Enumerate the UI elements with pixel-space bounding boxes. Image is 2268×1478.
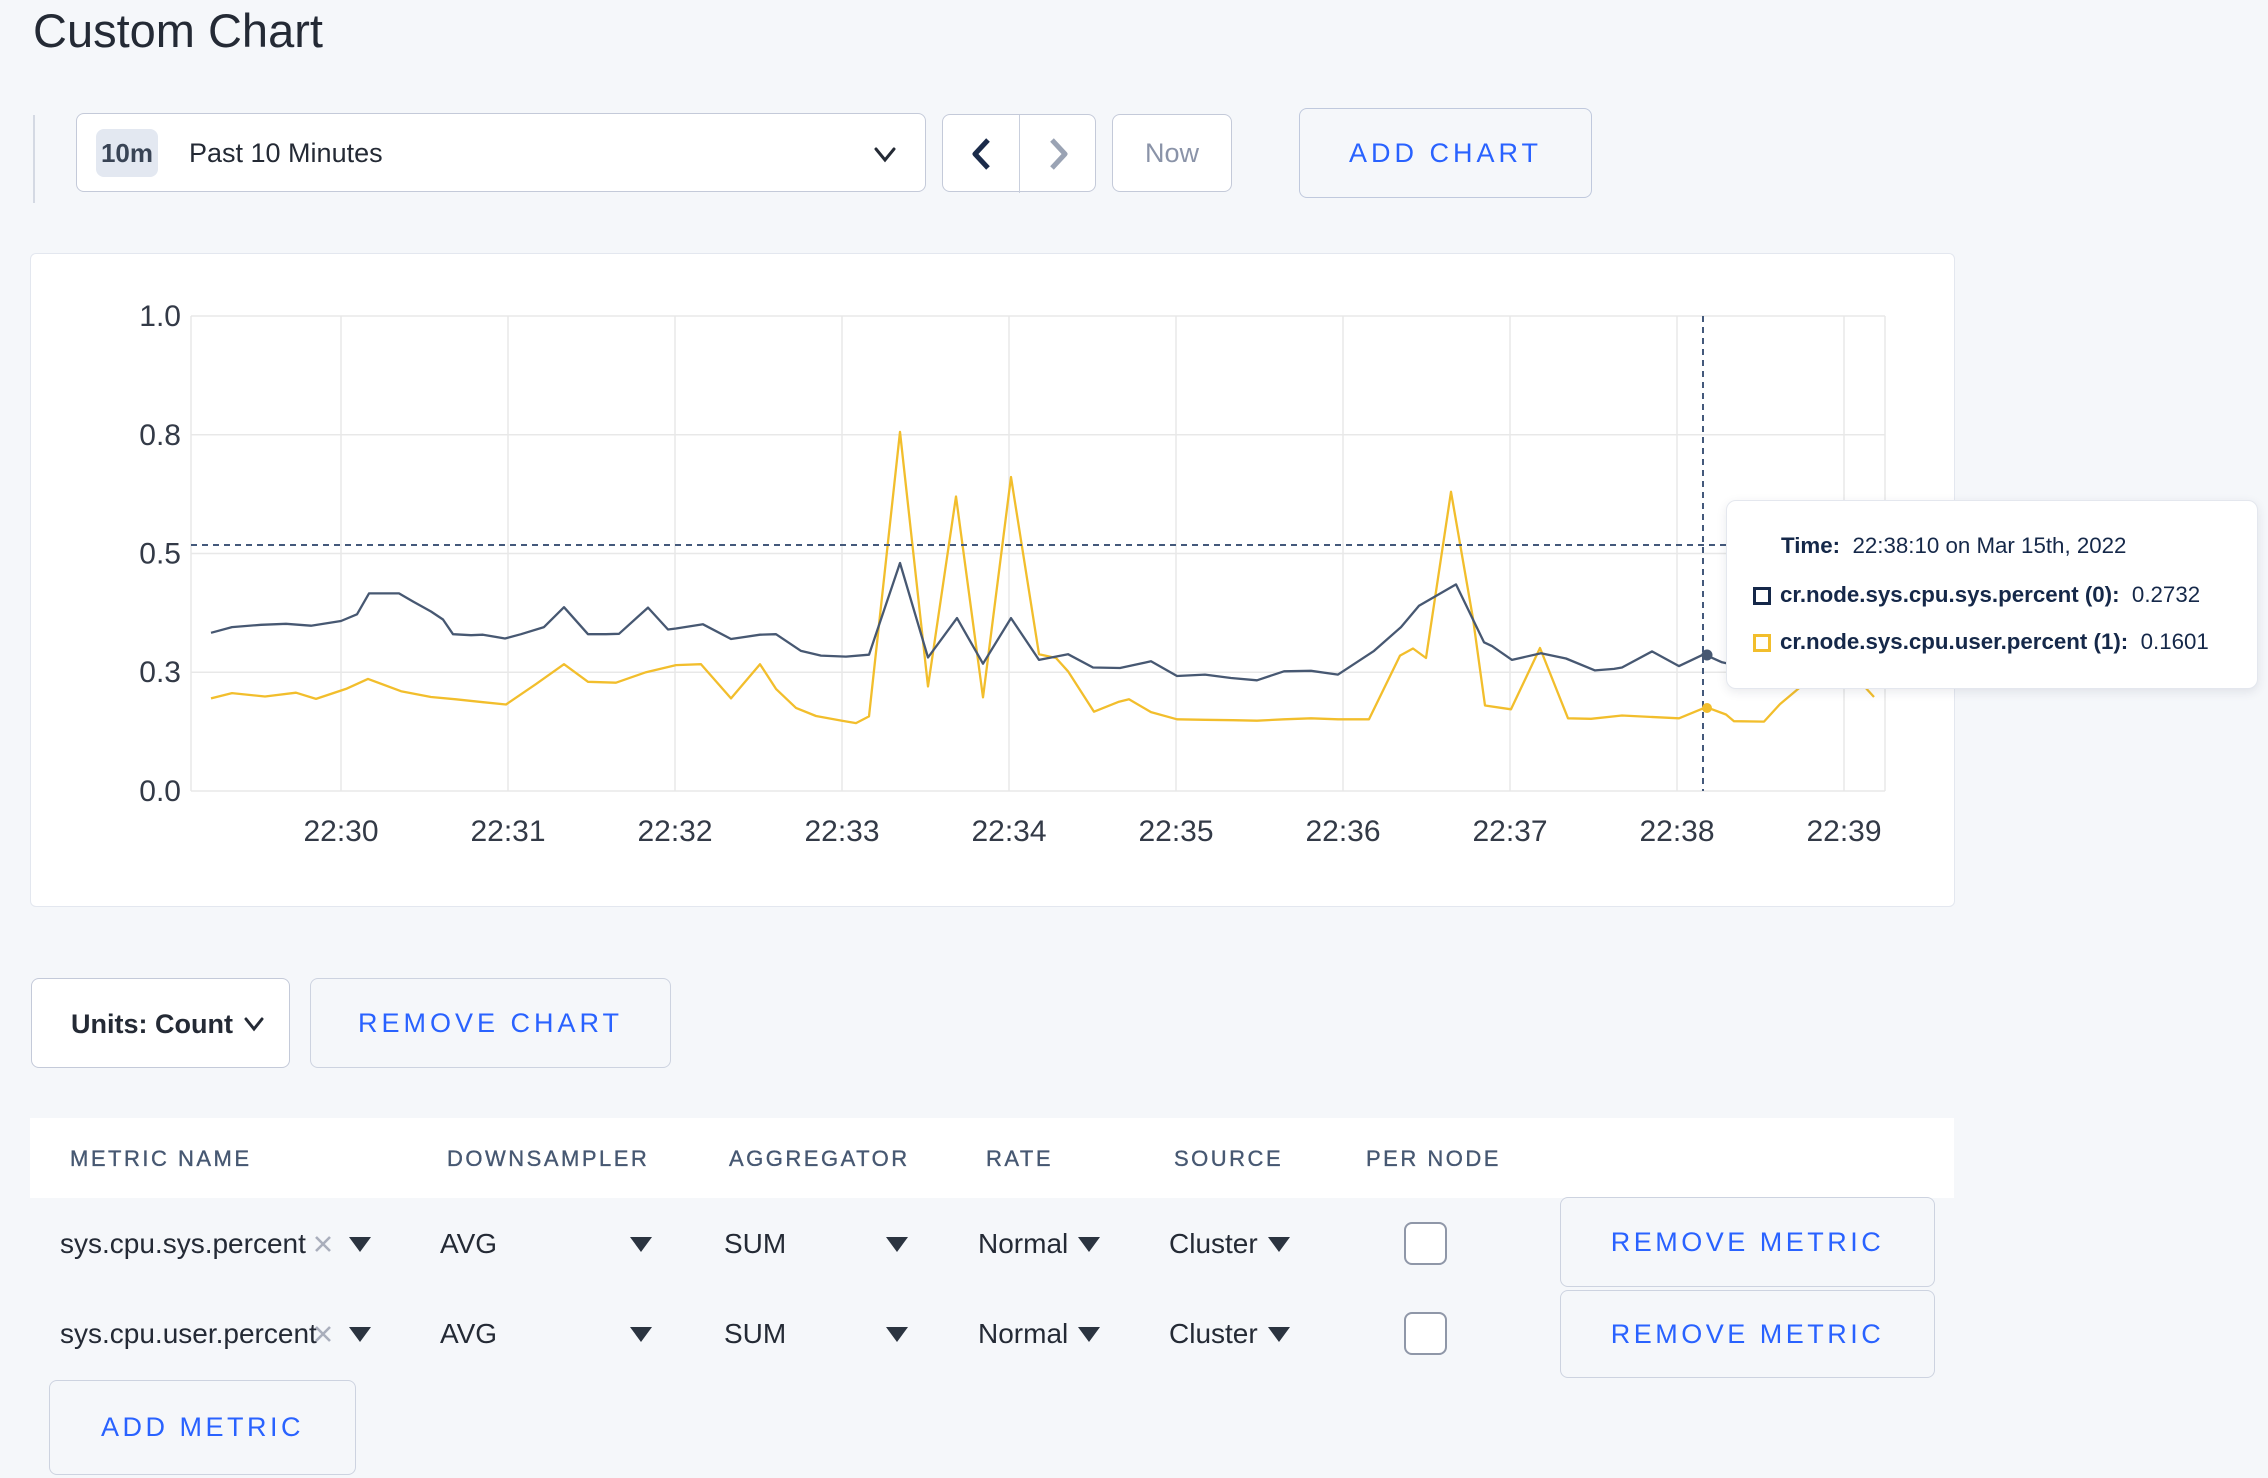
svg-text:1.0: 1.0 bbox=[139, 300, 181, 333]
svg-text:0.8: 0.8 bbox=[139, 419, 181, 452]
svg-text:22:37: 22:37 bbox=[1472, 815, 1547, 848]
svg-text:22:32: 22:32 bbox=[637, 815, 712, 848]
svg-text:22:31: 22:31 bbox=[470, 815, 545, 848]
svg-text:0.5: 0.5 bbox=[139, 538, 181, 571]
svg-text:22:39: 22:39 bbox=[1806, 815, 1881, 848]
svg-text:0.3: 0.3 bbox=[139, 656, 181, 689]
svg-text:22:34: 22:34 bbox=[971, 815, 1046, 848]
svg-text:22:33: 22:33 bbox=[804, 815, 879, 848]
svg-text:22:35: 22:35 bbox=[1138, 815, 1213, 848]
svg-text:22:30: 22:30 bbox=[303, 815, 378, 848]
svg-text:0.0: 0.0 bbox=[139, 775, 181, 808]
svg-text:22:38: 22:38 bbox=[1639, 815, 1714, 848]
svg-text:22:36: 22:36 bbox=[1305, 815, 1380, 848]
